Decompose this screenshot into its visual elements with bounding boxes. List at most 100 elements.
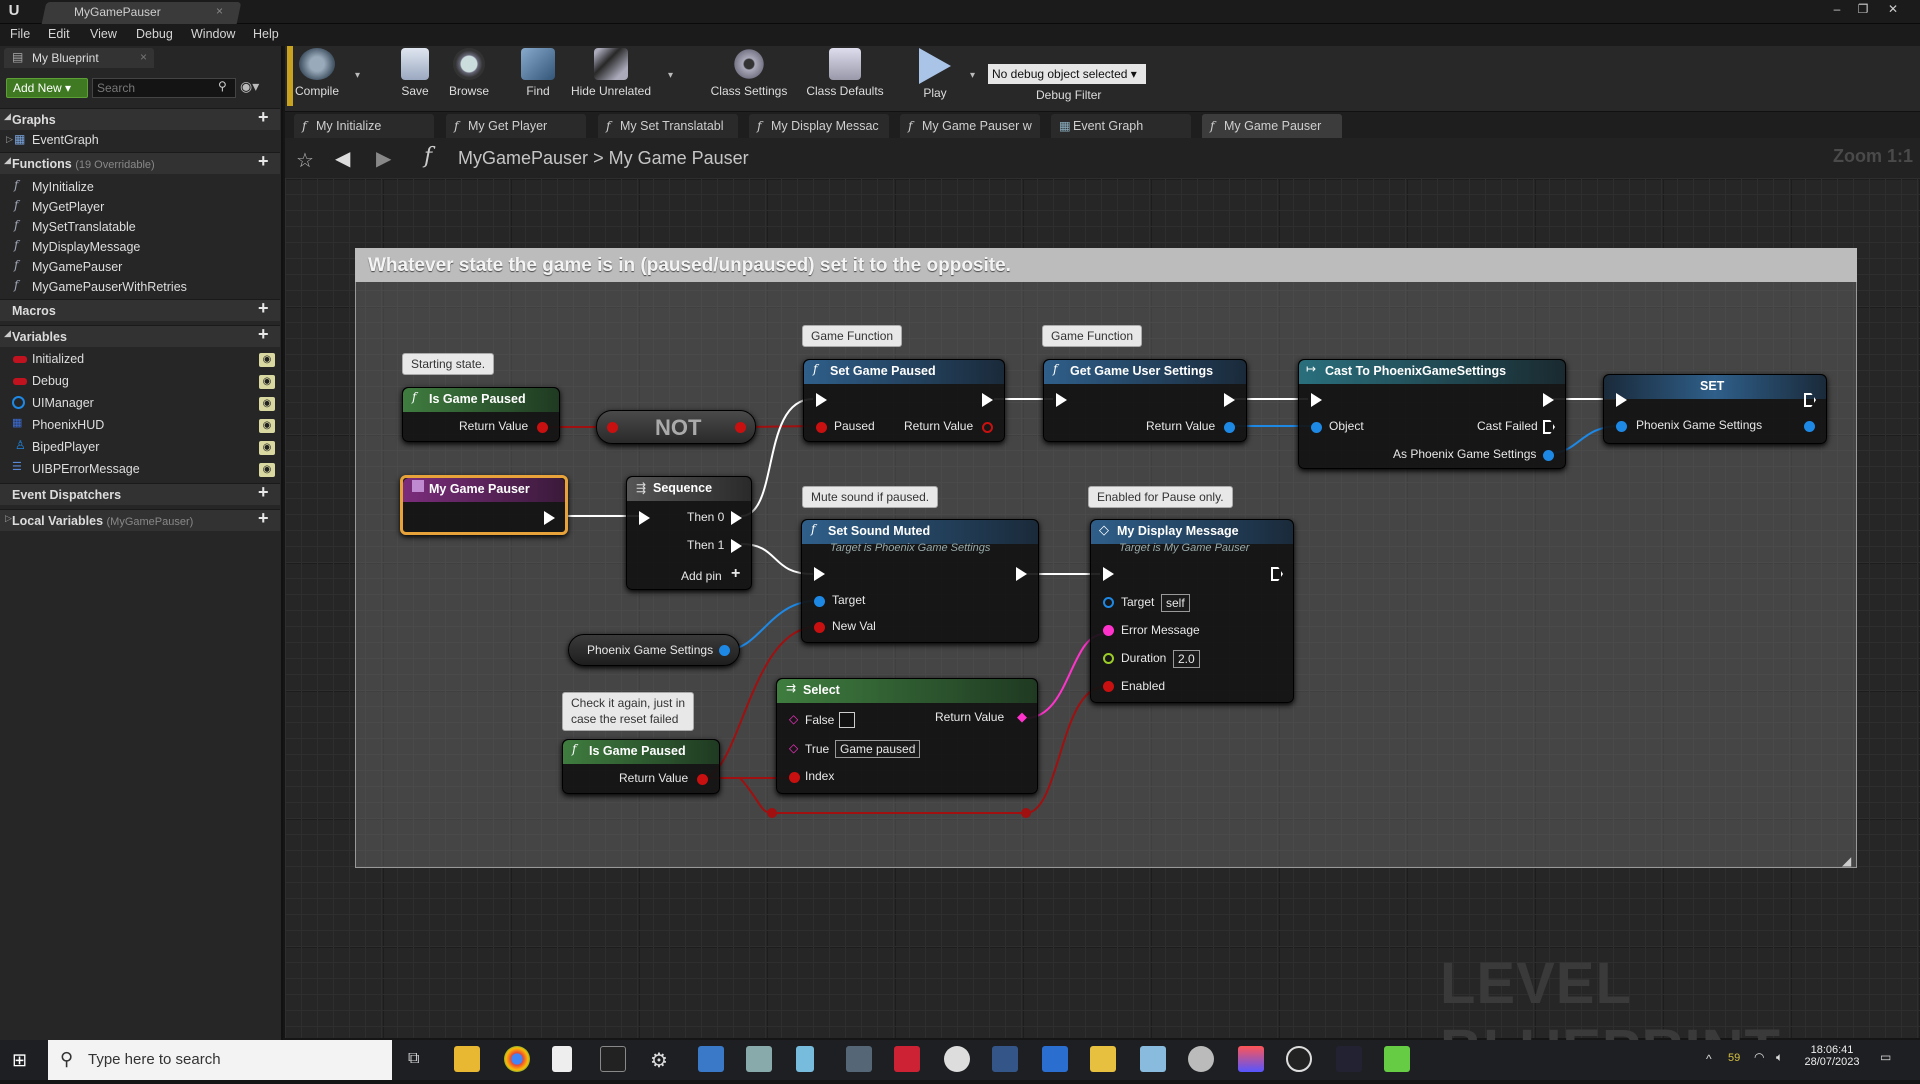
task-view-icon[interactable]: ⧉ — [408, 1050, 419, 1068]
return-value-pin[interactable]: ◆ — [1017, 709, 1027, 725]
app-icon[interactable] — [746, 1046, 772, 1072]
node-header: Select — [777, 679, 1037, 703]
bool-output-pin[interactable] — [537, 422, 548, 433]
cast-icon: ↦ — [1306, 362, 1317, 376]
app-icon[interactable] — [944, 1046, 970, 1072]
app-icon[interactable] — [1090, 1046, 1116, 1072]
return-value-label: Return Value — [1146, 419, 1216, 433]
exec-input-pin[interactable] — [816, 393, 827, 407]
set-game-paused-node[interactable]: Set Game Paused Paused Return Value — [803, 359, 1005, 442]
target-input-pin[interactable] — [814, 596, 825, 607]
exec-output-pin[interactable] — [982, 393, 993, 407]
add-pin-icon[interactable]: + — [731, 565, 740, 583]
settings-icon[interactable]: ⚙ — [650, 1048, 668, 1073]
chrome-icon[interactable] — [504, 1046, 530, 1072]
app-icon[interactable] — [796, 1046, 814, 1072]
node-header: Set Game Paused — [804, 360, 1004, 384]
exec-input-pin[interactable] — [1056, 393, 1067, 407]
phoenix-game-settings-variable-node[interactable]: Phoenix Game Settings — [568, 634, 740, 666]
comment-bubble[interactable]: Game Function — [802, 325, 903, 348]
true-pin[interactable]: ◇ — [789, 741, 798, 755]
clock[interactable]: 18:06:41 28/07/2023 — [1800, 1044, 1864, 1068]
cast-to-phoenix-game-settings-node[interactable]: Cast To PhoenixGameSettings Object Cast … — [1298, 359, 1566, 469]
target-label: Target — [832, 593, 866, 607]
exec-output-pin[interactable] — [544, 511, 555, 525]
then-0-pin[interactable] — [731, 511, 742, 525]
comment-bubble[interactable]: Enabled for Pause only. — [1088, 486, 1233, 509]
bool-input-pin[interactable] — [607, 422, 618, 433]
object-input-pin[interactable] — [1311, 422, 1322, 433]
my-display-message-node[interactable]: My Display Message Target is My Game Pau… — [1090, 519, 1294, 703]
notepad-icon[interactable] — [552, 1046, 572, 1072]
bool-output-pin[interactable] — [697, 774, 708, 785]
object-output-pin[interactable] — [1224, 422, 1235, 433]
is-game-paused-node[interactable]: Is Game Paused Return Value — [402, 387, 560, 442]
new-val-input-pin[interactable] — [814, 622, 825, 633]
false-value-field[interactable] — [839, 712, 855, 728]
search-icon: ⚲ — [60, 1049, 74, 1069]
target-input-pin[interactable] — [1103, 597, 1114, 608]
app-icon[interactable] — [846, 1046, 872, 1072]
exec-input-pin[interactable] — [639, 511, 650, 525]
comment-bubble[interactable]: Game Function — [1042, 325, 1143, 348]
get-game-user-settings-node[interactable]: Get Game User Settings Return Value — [1043, 359, 1247, 442]
set-sound-muted-node[interactable]: Set Sound Muted Target is Phoenix Game S… — [801, 519, 1039, 643]
file-explorer-icon[interactable] — [454, 1046, 480, 1072]
then-1-pin[interactable] — [731, 539, 742, 553]
notifications-icon[interactable]: ▭ — [1880, 1050, 1891, 1064]
app-icon[interactable] — [1336, 1046, 1362, 1072]
add-pin-label[interactable]: Add pin — [681, 569, 722, 583]
exec-output-pin[interactable] — [1271, 567, 1283, 581]
reroute-node[interactable] — [767, 808, 777, 818]
object-output-pin[interactable] — [719, 645, 730, 656]
terminal-icon[interactable] — [600, 1046, 626, 1072]
not-node[interactable]: NOT — [596, 410, 756, 444]
app-icon[interactable] — [1384, 1046, 1410, 1072]
exec-output-pin[interactable] — [1016, 567, 1027, 581]
app-icon[interactable] — [1188, 1046, 1214, 1072]
node-header: Cast To PhoenixGameSettings — [1299, 360, 1565, 384]
cast-output-pin[interactable] — [1543, 450, 1554, 461]
exec-input-pin[interactable] — [814, 567, 825, 581]
app-icon[interactable] — [992, 1046, 1018, 1072]
bool-output-pin[interactable] — [735, 422, 746, 433]
index-input-pin[interactable] — [789, 772, 800, 783]
app-icon[interactable] — [1042, 1046, 1068, 1072]
is-game-paused-node-2[interactable]: Is Game Paused Return Value — [562, 739, 720, 794]
app-icon[interactable] — [894, 1046, 920, 1072]
volume-icon[interactable]: 🔈︎ — [1776, 1050, 1783, 1065]
duration-field[interactable]: 2.0 — [1173, 650, 1200, 668]
false-pin[interactable]: ◇ — [789, 712, 798, 726]
network-icon[interactable]: ◠ — [1754, 1050, 1764, 1064]
object-input-pin[interactable] — [1616, 421, 1627, 432]
exec-output-pin[interactable] — [1224, 393, 1235, 407]
duration-input-pin[interactable] — [1103, 653, 1114, 664]
tray-chevron-icon[interactable]: ^ — [1706, 1052, 1712, 1066]
my-game-pauser-entry-node[interactable]: My Game Pauser — [400, 475, 568, 535]
exec-input-pin[interactable] — [1103, 567, 1114, 581]
error-message-input-pin[interactable] — [1103, 625, 1114, 636]
app-icon[interactable] — [1140, 1046, 1166, 1072]
enabled-input-pin[interactable] — [1103, 681, 1114, 692]
select-node[interactable]: Select ◇ False Return Value ◆ ◇ True Gam… — [776, 678, 1038, 794]
reroute-node[interactable] — [1021, 808, 1031, 818]
target-label: Target — [1121, 595, 1155, 609]
exec-input-pin[interactable] — [1311, 393, 1322, 407]
taskbar-search[interactable]: Type here to search — [48, 1040, 392, 1080]
true-value-field[interactable]: Game paused — [835, 740, 921, 758]
exec-input-pin[interactable] — [1616, 393, 1627, 407]
set-variable-node[interactable]: SET Phoenix Game Settings — [1603, 374, 1827, 444]
exec-output-pin[interactable] — [1543, 393, 1554, 407]
target-self-field[interactable]: self — [1161, 594, 1190, 612]
bool-output-pin[interactable] — [982, 422, 993, 433]
cast-failed-pin[interactable] — [1543, 420, 1555, 434]
paused-input-pin[interactable] — [816, 422, 827, 433]
unreal-taskbar-icon[interactable] — [1286, 1046, 1312, 1072]
object-output-pin[interactable] — [1804, 421, 1815, 432]
comment-bubble[interactable]: Starting state. — [402, 353, 495, 376]
comment-bubble[interactable]: Check it again, just in case the reset fa… — [562, 692, 695, 732]
comment-bubble[interactable]: Mute sound if paused. — [802, 486, 939, 509]
windows-start-icon[interactable]: ⊞ — [12, 1050, 27, 1071]
app-icon[interactable] — [1238, 1046, 1264, 1072]
app-icon[interactable] — [698, 1046, 724, 1072]
